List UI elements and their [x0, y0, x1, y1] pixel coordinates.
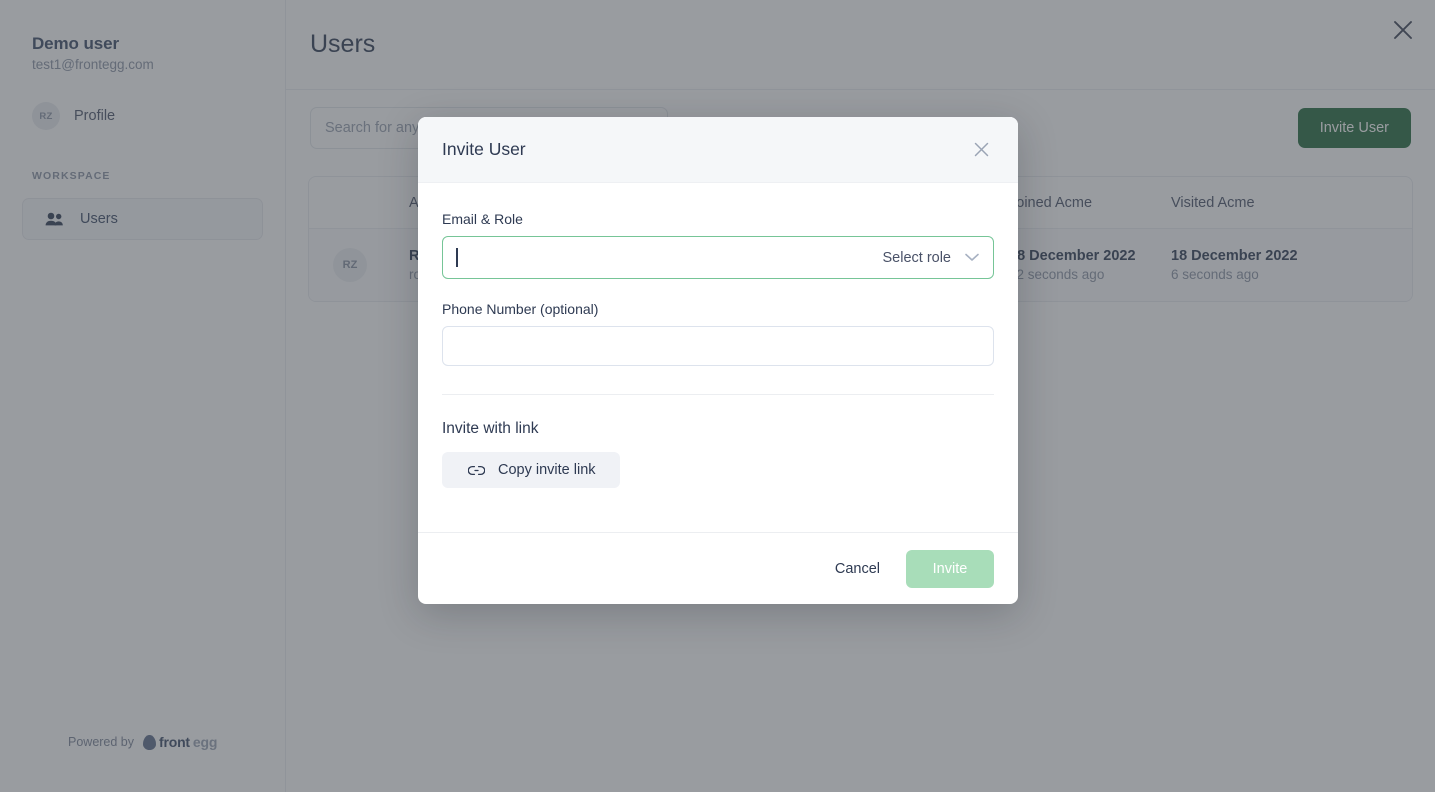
invite-button[interactable]: Invite — [906, 550, 994, 588]
link-icon — [468, 465, 485, 476]
invite-with-link-title: Invite with link — [442, 420, 994, 438]
role-select[interactable]: Select role — [882, 250, 979, 266]
divider — [442, 394, 994, 395]
phone-label: Phone Number (optional) — [442, 301, 994, 317]
copy-invite-link-label: Copy invite link — [498, 462, 596, 478]
phone-field[interactable] — [442, 326, 994, 366]
role-select-label: Select role — [882, 250, 951, 266]
app-root: Demo user test1@frontegg.com RZ Profile … — [0, 0, 1435, 792]
modal-title: Invite User — [442, 139, 526, 160]
email-input[interactable]: Select role — [442, 236, 994, 279]
modal-body: Email & Role Select role Phone Number (o… — [418, 183, 1018, 532]
chevron-down-icon — [965, 253, 979, 262]
text-cursor — [456, 248, 458, 267]
close-icon[interactable] — [968, 137, 994, 163]
invite-user-modal: Invite User Email & Role Select role — [418, 117, 1018, 604]
email-role-label: Email & Role — [442, 211, 994, 227]
cancel-button[interactable]: Cancel — [835, 561, 880, 577]
modal-header: Invite User — [418, 117, 1018, 183]
copy-invite-link-button[interactable]: Copy invite link — [442, 452, 620, 488]
modal-footer: Cancel Invite — [418, 532, 1018, 604]
